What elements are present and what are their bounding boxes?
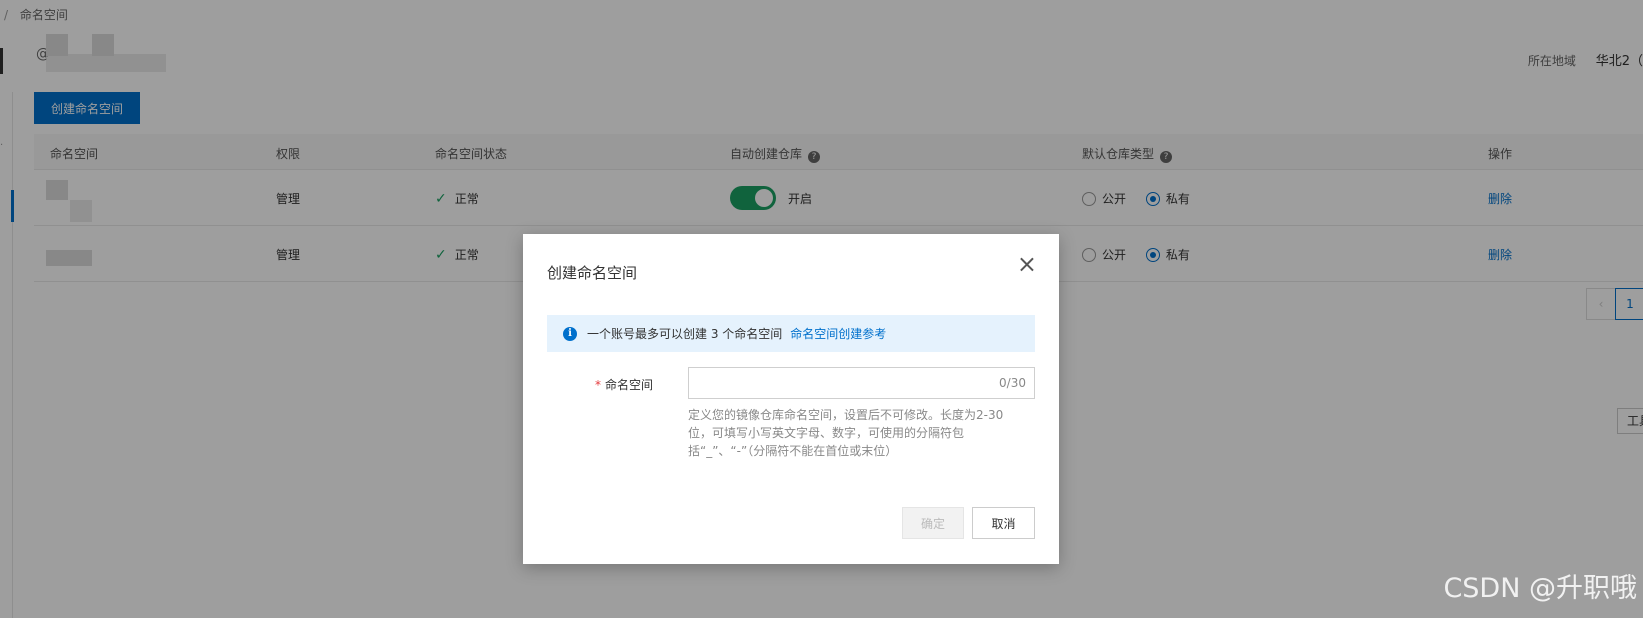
- notice-text: 一个账号最多可以创建 3 个命名空间: [587, 327, 783, 341]
- confirm-button[interactable]: 确定: [902, 507, 964, 539]
- cancel-button[interactable]: 取消: [972, 507, 1035, 539]
- char-counter: 0/30: [999, 376, 1026, 390]
- namespace-input-wrapper: 0/30: [688, 367, 1035, 399]
- close-icon[interactable]: ×: [1017, 250, 1037, 278]
- info-icon: i: [563, 326, 577, 341]
- namespace-input[interactable]: [689, 368, 989, 398]
- namespace-field-label-text: 命名空间: [605, 378, 654, 392]
- required-mark: *: [595, 378, 601, 392]
- namespace-field-label: * 命名空间: [595, 376, 653, 393]
- namespace-field-hint: 定义您的镜像仓库命名空间，设置后不可修改。长度为2-30位，可填写小写英文字母、…: [688, 408, 1004, 458]
- dialog-title: 创建命名空间: [547, 264, 638, 282]
- watermark-text: CSDN @升职哦: [1443, 573, 1637, 604]
- app-root: / 命名空间 · @ 所在地域 华北2（ 创建命名空间 命名空间 权限 命名空间…: [0, 0, 1643, 618]
- create-namespace-dialog: 创建命名空间 × i 一个账号最多可以创建 3 个命名空间 命名空间创建参考 *…: [523, 234, 1059, 564]
- notice-reference-link[interactable]: 命名空间创建参考: [790, 325, 886, 342]
- notice-banner: i 一个账号最多可以创建 3 个命名空间 命名空间创建参考: [547, 315, 1035, 352]
